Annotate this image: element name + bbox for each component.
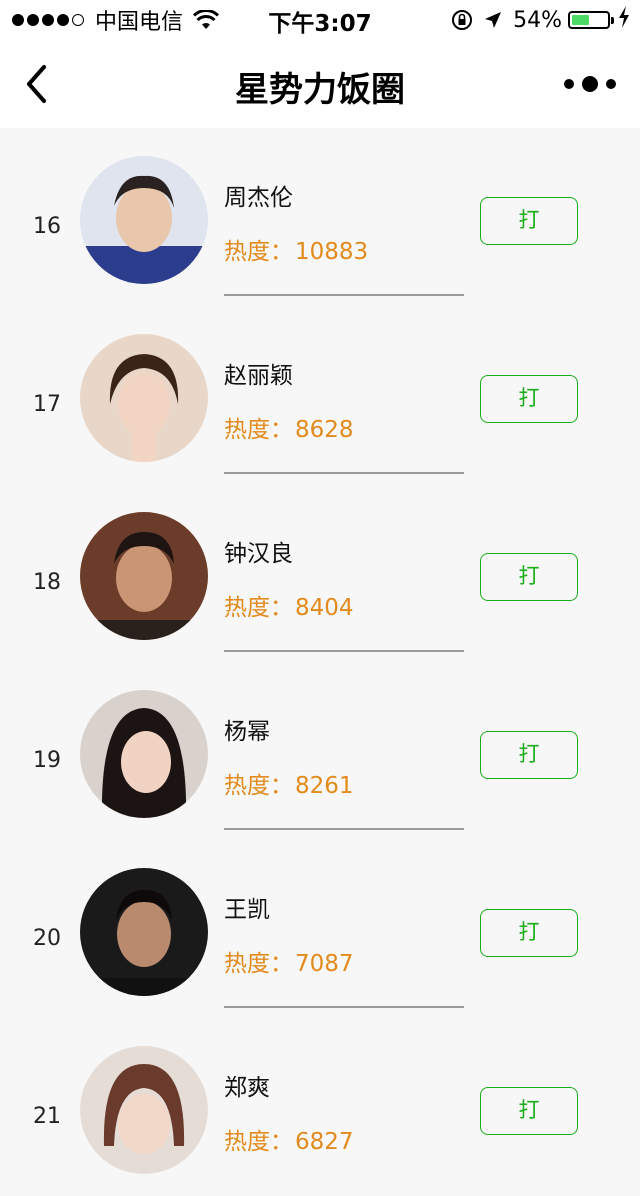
more-options-button[interactable] xyxy=(564,70,616,98)
heat-score: 热度：7087 xyxy=(224,944,354,978)
rank-number: 20 xyxy=(33,926,61,951)
hit-button[interactable]: 打 xyxy=(480,909,578,957)
list-item: 19 杨幂 热度：8261 打 xyxy=(0,662,640,840)
rank-number: 17 xyxy=(33,392,61,417)
heat-label: 热度： xyxy=(224,239,293,265)
heat-score: 热度：6827 xyxy=(224,1122,354,1156)
list-item: 16 周杰伦 热度：10883 打 xyxy=(0,128,640,306)
avatar-image xyxy=(80,868,208,996)
heat-label: 热度： xyxy=(224,1129,293,1155)
status-bar: 中国电信 下午3:07 54% xyxy=(0,0,640,40)
avatar[interactable] xyxy=(80,868,208,996)
rank-number: 18 xyxy=(33,570,61,595)
avatar[interactable] xyxy=(80,512,208,640)
hit-button[interactable]: 打 xyxy=(480,197,578,245)
star-name: 赵丽颖 xyxy=(224,363,293,389)
heat-label: 热度： xyxy=(224,595,293,621)
avatar[interactable] xyxy=(80,690,208,818)
heat-score: 热度：8404 xyxy=(224,588,354,622)
divider xyxy=(224,472,464,474)
rotation-lock-icon xyxy=(451,9,473,31)
avatar[interactable] xyxy=(80,156,208,284)
heat-score: 热度：8628 xyxy=(224,410,354,444)
star-name: 郑爽 xyxy=(224,1075,270,1101)
heat-value: 8628 xyxy=(295,417,354,443)
location-arrow-icon xyxy=(483,10,503,30)
avatar-image xyxy=(80,334,208,462)
battery-icon xyxy=(568,11,614,29)
avatar-image xyxy=(80,512,208,640)
divider xyxy=(224,1006,464,1008)
star-name: 钟汉良 xyxy=(224,541,293,567)
star-name: 杨幂 xyxy=(224,719,270,745)
rank-number: 16 xyxy=(33,214,61,239)
avatar[interactable] xyxy=(80,334,208,462)
avatar[interactable] xyxy=(80,1046,208,1174)
list-item: 18 钟汉良 热度：8404 打 xyxy=(0,484,640,662)
divider xyxy=(224,294,464,296)
rank-number: 21 xyxy=(33,1104,61,1129)
heat-label: 热度： xyxy=(224,951,293,977)
battery-percent: 54% xyxy=(513,7,562,33)
heat-label: 热度： xyxy=(224,773,293,799)
rank-number: 19 xyxy=(33,748,61,773)
hit-button[interactable]: 打 xyxy=(480,731,578,779)
star-name: 周杰伦 xyxy=(224,185,293,211)
heat-value: 8404 xyxy=(295,595,354,621)
more-dots-icon xyxy=(564,79,574,89)
page-title: 星势力饭圈 xyxy=(235,70,405,110)
heat-label: 热度： xyxy=(224,417,293,443)
avatar-image xyxy=(80,1046,208,1174)
hit-button[interactable]: 打 xyxy=(480,553,578,601)
divider xyxy=(224,828,464,830)
list-item: 20 王凯 热度：7087 打 xyxy=(0,840,640,1018)
star-name: 王凯 xyxy=(224,897,270,923)
battery-level-fill xyxy=(572,15,590,25)
heat-score: 热度：8261 xyxy=(224,766,354,800)
list-item: 17 赵丽颖 热度：8628 打 xyxy=(0,306,640,484)
nav-bar: 星势力饭圈 xyxy=(0,40,640,128)
ranking-list: 16 周杰伦 热度：10883 打 17 赵丽颖 热度：8628 打 18 钟汉… xyxy=(0,128,640,1196)
charging-bolt-icon xyxy=(618,6,630,34)
heat-value: 10883 xyxy=(295,239,369,265)
hit-button[interactable]: 打 xyxy=(480,375,578,423)
divider xyxy=(224,650,464,652)
hit-button[interactable]: 打 xyxy=(480,1087,578,1135)
heat-value: 8261 xyxy=(295,773,354,799)
status-right: 54% xyxy=(451,6,630,34)
avatar-image xyxy=(80,690,208,818)
heat-value: 7087 xyxy=(295,951,354,977)
avatar-image xyxy=(80,156,208,284)
list-item: 21 郑爽 热度：6827 打 xyxy=(0,1018,640,1196)
heat-value: 6827 xyxy=(295,1129,354,1155)
heat-score: 热度：10883 xyxy=(224,232,368,266)
